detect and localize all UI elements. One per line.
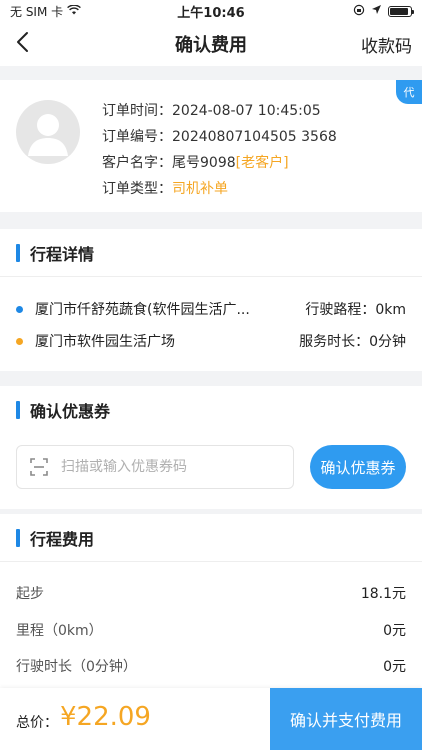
fee-label: 里程（0km） <box>16 623 103 639</box>
section-accent-bar <box>16 243 20 262</box>
order-type-row: 订单类型：司机补单 <box>102 176 337 202</box>
fee-section-header: 行程费用 <box>0 514 422 562</box>
duration-label: 服务时长： <box>299 334 370 350</box>
trip-end-row: 厦门市软件园生活广场 服务时长：0分钟 <box>0 327 422 355</box>
end-point-icon <box>16 337 23 345</box>
customer-label: 客户名字： <box>102 155 172 171</box>
nav-bar: 确认费用 收款码 <box>0 22 422 66</box>
order-type-label: 订单类型： <box>102 181 172 197</box>
battery-level <box>390 7 408 15</box>
customer-row: 客户名字：尾号9098[老客户] <box>102 150 337 176</box>
page-title: 确认费用 <box>175 35 247 56</box>
avatar <box>16 100 80 164</box>
total-amount: ¥22.09 <box>60 702 151 732</box>
coupon-input-field[interactable] <box>16 445 294 489</box>
confirm-coupon-button[interactable]: 确认优惠券 <box>310 445 406 489</box>
status-bar: 无 SIM 卡 上午10:46 <box>0 0 422 22</box>
order-card: 订单时间：2024-08-07 10:45:05 订单编号：2024080710… <box>0 80 422 212</box>
chevron-left-icon <box>15 31 29 57</box>
order-info: 订单时间：2024-08-07 10:45:05 订单编号：2024080710… <box>102 98 337 202</box>
order-time-value: 2024-08-07 10:45:05 <box>172 103 321 119</box>
fee-amount: 18.1元 <box>360 586 406 602</box>
location-icon <box>371 4 382 18</box>
distance-label: 行驶路程： <box>305 302 376 318</box>
fee-label: 行驶时长（0分钟） <box>16 659 137 675</box>
section-accent-bar <box>16 528 20 547</box>
order-number-row: 订单编号：20240807104505 3568 <box>102 124 337 150</box>
coupon-section-header: 确认优惠券 <box>0 386 422 434</box>
orientation-lock-icon <box>353 4 365 19</box>
order-number-value: 20240807104505 3568 <box>172 129 337 145</box>
fee-amount: 0元 <box>383 623 406 639</box>
duration-value: 0分钟 <box>369 334 406 350</box>
proxy-badge: 代 <box>396 80 422 104</box>
section-accent-bar <box>16 401 20 419</box>
trip-section-header: 行程详情 <box>0 229 422 277</box>
order-type-value: 司机补单 <box>172 181 228 197</box>
end-address: 厦门市软件园生活广场 <box>35 334 175 350</box>
trip-start-row: 厦门市仟舒苑蔬食(软件园生活广... 行驶路程：0km <box>0 295 422 323</box>
start-point-icon <box>16 305 23 313</box>
coupon-input[interactable] <box>61 459 281 475</box>
total-label: 总价： <box>16 715 58 731</box>
payment-code-button[interactable]: 收款码 <box>361 32 412 57</box>
fee-section-title: 行程费用 <box>30 529 95 549</box>
order-time-label: 订单时间： <box>102 103 172 119</box>
duration-info: 服务时长：0分钟 <box>299 331 406 351</box>
fee-row-duration: 行驶时长（0分钟） 0元 <box>0 651 422 681</box>
fee-row-mileage: 里程（0km） 0元 <box>0 615 422 645</box>
distance-value: 0km <box>375 302 406 318</box>
scan-icon[interactable] <box>29 457 49 477</box>
carrier-label: 无 SIM 卡 <box>10 4 64 19</box>
wifi-icon <box>67 4 82 18</box>
back-button[interactable] <box>6 28 38 60</box>
order-time-row: 订单时间：2024-08-07 10:45:05 <box>102 98 337 124</box>
bottom-bar: 总价： ¥22.09 确认并支付费用 <box>0 688 422 750</box>
fee-label: 起步 <box>16 586 44 602</box>
user-placeholder-icon <box>28 114 68 156</box>
trip-section-title: 行程详情 <box>30 244 95 264</box>
coupon-section: 确认优惠券 确认优惠券 <box>0 386 422 509</box>
customer-value: 尾号9098 <box>172 155 236 171</box>
coupon-section-title: 确认优惠券 <box>30 402 111 421</box>
battery-icon <box>388 5 414 17</box>
customer-tag: [老客户] <box>235 155 289 171</box>
distance-info: 行驶路程：0km <box>305 299 406 319</box>
trip-section: 行程详情 厦门市仟舒苑蔬食(软件园生活广... 行驶路程：0km 厦门市软件园生… <box>0 229 422 371</box>
confirm-pay-button[interactable]: 确认并支付费用 <box>270 688 422 750</box>
start-address: 厦门市仟舒苑蔬食(软件园生活广... <box>35 302 250 318</box>
fee-amount: 0元 <box>383 659 406 675</box>
fee-row-base: 起步 18.1元 <box>0 578 422 608</box>
order-number-label: 订单编号： <box>102 129 172 145</box>
